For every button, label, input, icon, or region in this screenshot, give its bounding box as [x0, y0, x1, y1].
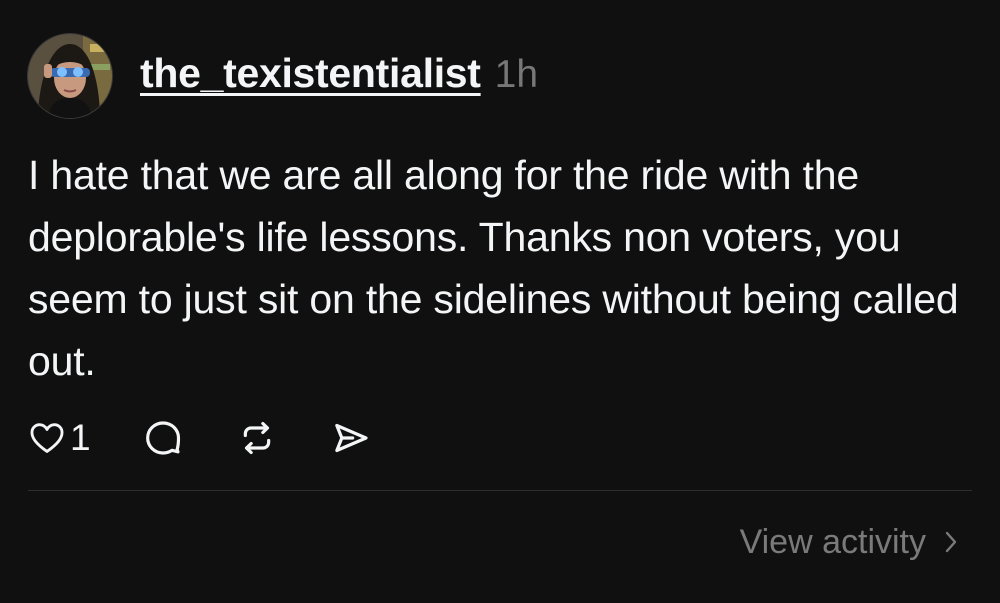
post-text: I hate that we are all along for the rid…: [28, 152, 959, 384]
comment-icon: [145, 421, 180, 455]
view-activity-label: View activity: [739, 522, 926, 561]
post-actions: 1: [28, 414, 371, 462]
like-button[interactable]: 1: [28, 417, 91, 459]
like-count: 1: [70, 417, 91, 458]
share-button[interactable]: [331, 418, 371, 458]
send-icon: [334, 423, 368, 453]
post-timestamp: 1h: [494, 53, 539, 96]
divider: [28, 490, 972, 491]
post-card: the_texistentialist 1h I hate that we ar…: [0, 0, 1000, 603]
reply-button[interactable]: [143, 418, 183, 458]
avatar[interactable]: [28, 34, 112, 118]
avatar-image: [28, 34, 112, 118]
repost-icon: [243, 421, 270, 455]
heart-icon: [30, 423, 64, 453]
username-link[interactable]: the_texistentialist: [140, 50, 481, 97]
view-activity-link[interactable]: View activity: [740, 518, 958, 566]
post-header: the_texistentialist 1h: [140, 50, 538, 104]
chevron-right-icon: [945, 531, 957, 553]
repost-button[interactable]: [237, 418, 277, 458]
